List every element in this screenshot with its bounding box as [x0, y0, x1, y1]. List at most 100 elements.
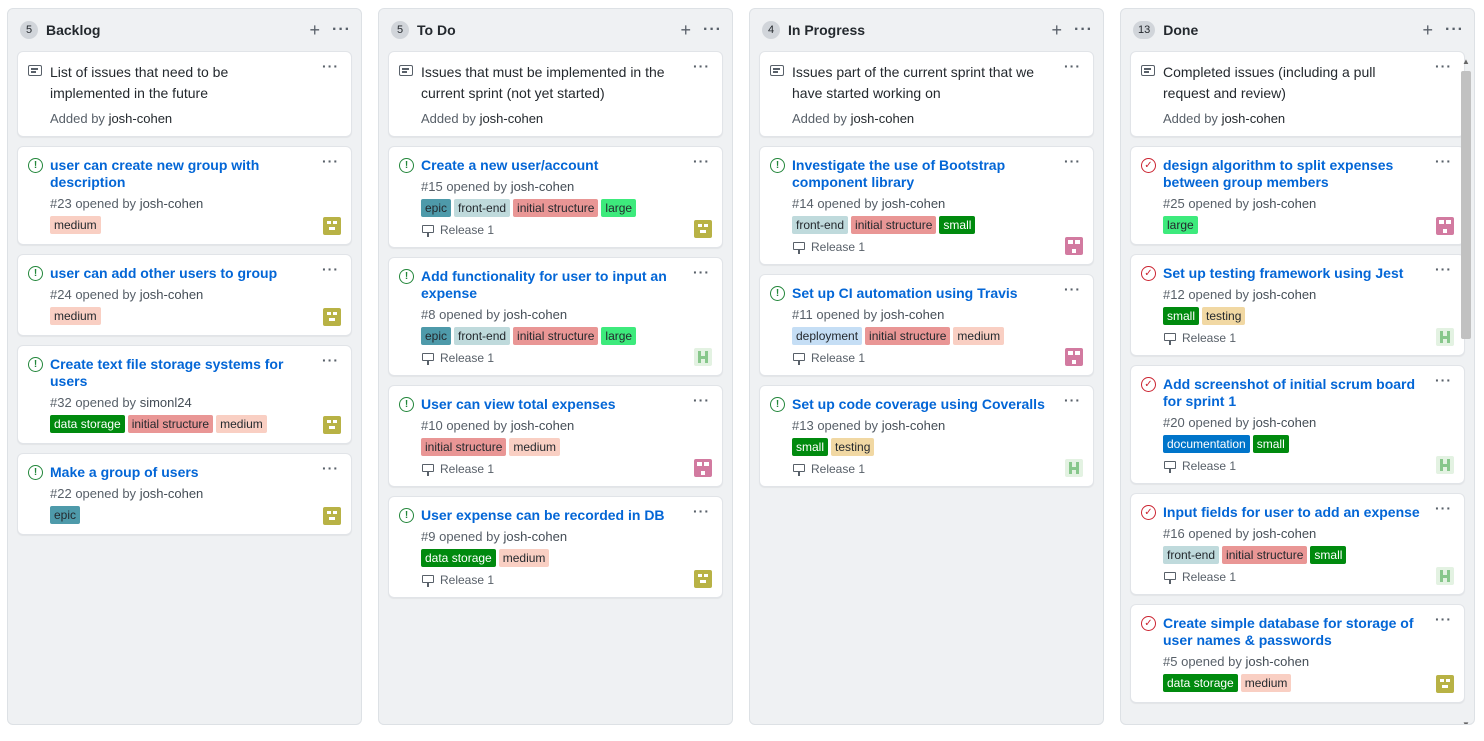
kebab-icon[interactable]: ···: [1064, 281, 1081, 297]
plus-icon[interactable]: +: [1423, 21, 1434, 39]
milestone[interactable]: Release 1: [421, 223, 682, 237]
issue-card[interactable]: ✓ ··· Create simple database for storage o…: [1130, 604, 1465, 703]
issue-title-link[interactable]: Create text file storage systems for use…: [50, 356, 311, 390]
kebab-icon[interactable]: ···: [693, 264, 710, 280]
issue-author[interactable]: josh-cohen: [882, 196, 946, 211]
kebab-icon[interactable]: ···: [693, 58, 710, 74]
kebab-icon[interactable]: ···: [693, 153, 710, 169]
note-card[interactable]: ··· Issues part of the current sprint tha…: [759, 51, 1094, 137]
issue-label[interactable]: data storage: [1163, 674, 1238, 692]
assignee-avatar[interactable]: [694, 220, 712, 238]
assignee-avatar[interactable]: [323, 217, 341, 235]
assignee-avatar[interactable]: [694, 570, 712, 588]
assignee-avatar[interactable]: [323, 416, 341, 434]
issue-label[interactable]: initial structure: [513, 327, 599, 345]
kebab-icon[interactable]: ···: [1435, 500, 1452, 516]
kebab-icon[interactable]: ···: [322, 261, 339, 277]
issue-title-link[interactable]: user can create new group with descripti…: [50, 157, 311, 191]
milestone[interactable]: Release 1: [1163, 331, 1424, 345]
issue-author[interactable]: josh-cohen: [881, 307, 945, 322]
issue-title-link[interactable]: Create simple database for storage of us…: [1163, 615, 1424, 649]
plus-icon[interactable]: +: [310, 21, 321, 39]
issue-label[interactable]: epic: [421, 327, 452, 345]
issue-label[interactable]: data storage: [421, 549, 496, 567]
issue-label[interactable]: medium: [498, 549, 550, 567]
issue-label[interactable]: large: [1163, 216, 1198, 234]
issue-label[interactable]: front-end: [454, 327, 511, 345]
assignee-avatar[interactable]: [1436, 328, 1454, 346]
milestone[interactable]: Release 1: [792, 351, 1053, 365]
issue-author[interactable]: josh-cohen: [140, 486, 204, 501]
issue-label[interactable]: front-end: [792, 216, 849, 234]
issue-label[interactable]: initial structure: [127, 415, 214, 433]
issue-label[interactable]: small: [1163, 307, 1200, 325]
kebab-icon[interactable]: ···: [1435, 611, 1452, 627]
issue-author[interactable]: josh-cohen: [1245, 654, 1309, 669]
milestone[interactable]: Release 1: [421, 573, 682, 587]
issue-card[interactable]: ! ··· User expense can be recorded in DB #9…: [388, 496, 723, 598]
issue-author[interactable]: josh-cohen: [140, 196, 204, 211]
assignee-avatar[interactable]: [1065, 348, 1083, 366]
plus-icon[interactable]: +: [1052, 21, 1063, 39]
assignee-avatar[interactable]: [1436, 567, 1454, 585]
kebab-icon[interactable]: ···: [322, 153, 339, 169]
assignee-avatar[interactable]: [323, 507, 341, 525]
issue-title-link[interactable]: Input fields for user to add an expense: [1163, 504, 1424, 521]
kebab-icon[interactable]: ···: [693, 392, 710, 408]
note-author[interactable]: josh-cohen: [109, 111, 173, 126]
issue-card[interactable]: ! ··· Set up CI automation using Travis #11…: [759, 274, 1094, 376]
column-scrollbar[interactable]: ▲ ▼: [1460, 57, 1472, 724]
issue-label[interactable]: epic: [421, 199, 452, 217]
issue-card[interactable]: ! ··· Set up code coverage using Coveralls…: [759, 385, 1094, 487]
milestone[interactable]: Release 1: [1163, 459, 1424, 473]
issue-label[interactable]: medium: [216, 415, 267, 433]
issue-card[interactable]: ! ··· user can create new group with descr…: [17, 146, 352, 245]
issue-label[interactable]: initial structure: [851, 216, 937, 234]
scroll-down-arrow-icon[interactable]: ▼: [1462, 720, 1470, 724]
kebab-icon[interactable]: ···: [1435, 372, 1452, 388]
assignee-avatar[interactable]: [1436, 456, 1454, 474]
issue-label[interactable]: medium: [1240, 674, 1292, 692]
kebab-icon[interactable]: ···: [332, 21, 351, 39]
issue-label[interactable]: small: [939, 216, 976, 234]
issue-label[interactable]: small: [1252, 435, 1289, 453]
issue-title-link[interactable]: design algorithm to split expenses betwe…: [1163, 157, 1424, 191]
issue-label[interactable]: small: [1310, 546, 1347, 564]
kebab-icon[interactable]: ···: [1435, 153, 1452, 169]
assignee-avatar[interactable]: [1065, 237, 1083, 255]
issue-card[interactable]: ! ··· Add functionality for user to input …: [388, 257, 723, 376]
issue-label[interactable]: large: [601, 327, 637, 345]
milestone[interactable]: Release 1: [421, 462, 682, 476]
issue-card[interactable]: ✓ ··· Add screenshot of initial scrum boar…: [1130, 365, 1465, 484]
scroll-up-arrow-icon[interactable]: ▲: [1462, 57, 1470, 66]
kebab-icon[interactable]: ···: [1064, 58, 1081, 74]
issue-label[interactable]: initial structure: [865, 327, 951, 345]
kebab-icon[interactable]: ···: [322, 352, 339, 368]
kebab-icon[interactable]: ···: [1074, 21, 1093, 39]
issue-card[interactable]: ! ··· user can add other users to group #24…: [17, 254, 352, 336]
note-card[interactable]: ··· Completed issues (including a pull re…: [1130, 51, 1465, 137]
issue-label[interactable]: testing: [831, 438, 875, 456]
issue-label[interactable]: medium: [50, 307, 101, 325]
kebab-icon[interactable]: ···: [693, 503, 710, 519]
issue-author[interactable]: josh-cohen: [140, 287, 204, 302]
assignee-avatar[interactable]: [1065, 459, 1083, 477]
issue-title-link[interactable]: Investigate the use of Bootstrap compone…: [792, 157, 1053, 191]
issue-card[interactable]: ! ··· Investigate the use of Bootstrap com…: [759, 146, 1094, 265]
issue-title-link[interactable]: Create a new user/account: [421, 157, 682, 174]
issue-label[interactable]: deployment: [792, 327, 863, 345]
issue-title-link[interactable]: user can add other users to group: [50, 265, 311, 282]
issue-label[interactable]: small: [792, 438, 829, 456]
issue-label[interactable]: initial structure: [513, 199, 599, 217]
note-author[interactable]: josh-cohen: [1222, 111, 1286, 126]
issue-title-link[interactable]: Set up code coverage using Coveralls: [792, 396, 1053, 413]
kebab-icon[interactable]: ···: [703, 21, 722, 39]
assignee-avatar[interactable]: [694, 348, 712, 366]
issue-author[interactable]: josh-cohen: [511, 418, 575, 433]
issue-card[interactable]: ✓ ··· Input fields for user to add an expe…: [1130, 493, 1465, 595]
issue-title-link[interactable]: Set up CI automation using Travis: [792, 285, 1053, 302]
kebab-icon[interactable]: ···: [322, 460, 339, 476]
milestone[interactable]: Release 1: [792, 462, 1053, 476]
kebab-icon[interactable]: ···: [1435, 261, 1452, 277]
kebab-icon[interactable]: ···: [1064, 392, 1081, 408]
